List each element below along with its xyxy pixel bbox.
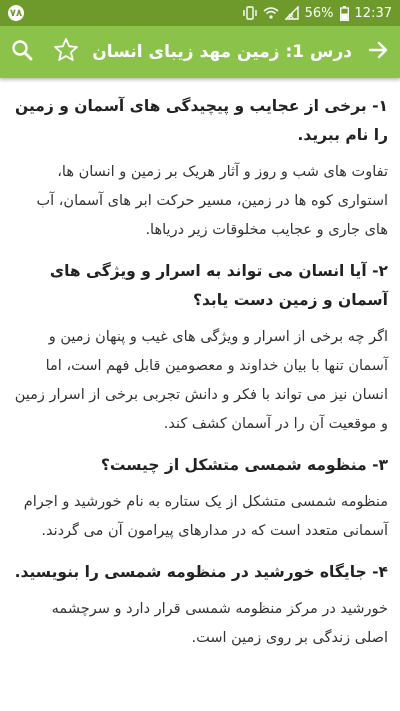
star-icon [53, 37, 79, 67]
vibrate-icon [242, 6, 257, 20]
battery-icon [339, 5, 349, 21]
back-button[interactable] [356, 26, 400, 78]
page-title: درس 1: زمین مهد زیبای انسان ها [88, 42, 352, 62]
app-bar: درس 1: زمین مهد زیبای انسان ها [0, 26, 400, 78]
back-arrow-icon [367, 39, 389, 65]
answer-2: اگر چه برخی از اسرار و ویژگی های غیب و پ… [14, 329, 388, 432]
search-icon [11, 39, 33, 65]
signal-icon [284, 6, 299, 20]
answer-4: خورشید در مرکز منظومه شمسی قرار دارد و س… [51, 601, 388, 646]
battery-percent: 56% [304, 5, 334, 21]
question-1: ۱- برخی از عجایب و پیچیدگی های آسمان و ز… [15, 97, 388, 144]
answer-1: تفاوت های شب و روز و آثار هریک بر زمین و… [36, 164, 388, 238]
question-2: ۲- آیا انسان می تواند به اسرار و ویژگی ه… [49, 262, 388, 309]
question-4: ۴- جایگاه خورشید در منظومه شمسی را بنویس… [14, 563, 388, 581]
question-3: ۳- منظومه شمسی متشکل از چیست؟ [100, 456, 388, 474]
answer-3: منظومه شمسی متشکل از یک ستاره به نام خور… [23, 494, 388, 539]
search-button[interactable] [0, 26, 44, 78]
status-bar: ۷۸ 56% 12:37 [0, 0, 400, 26]
clock: 12:37 [354, 5, 392, 21]
favorite-button[interactable] [44, 26, 88, 78]
lesson-content[interactable]: ۱- برخی از عجایب و پیچیدگی های آسمان و ز… [0, 78, 400, 711]
notification-badge: ۷۸ [8, 5, 24, 21]
wifi-icon [263, 6, 279, 20]
